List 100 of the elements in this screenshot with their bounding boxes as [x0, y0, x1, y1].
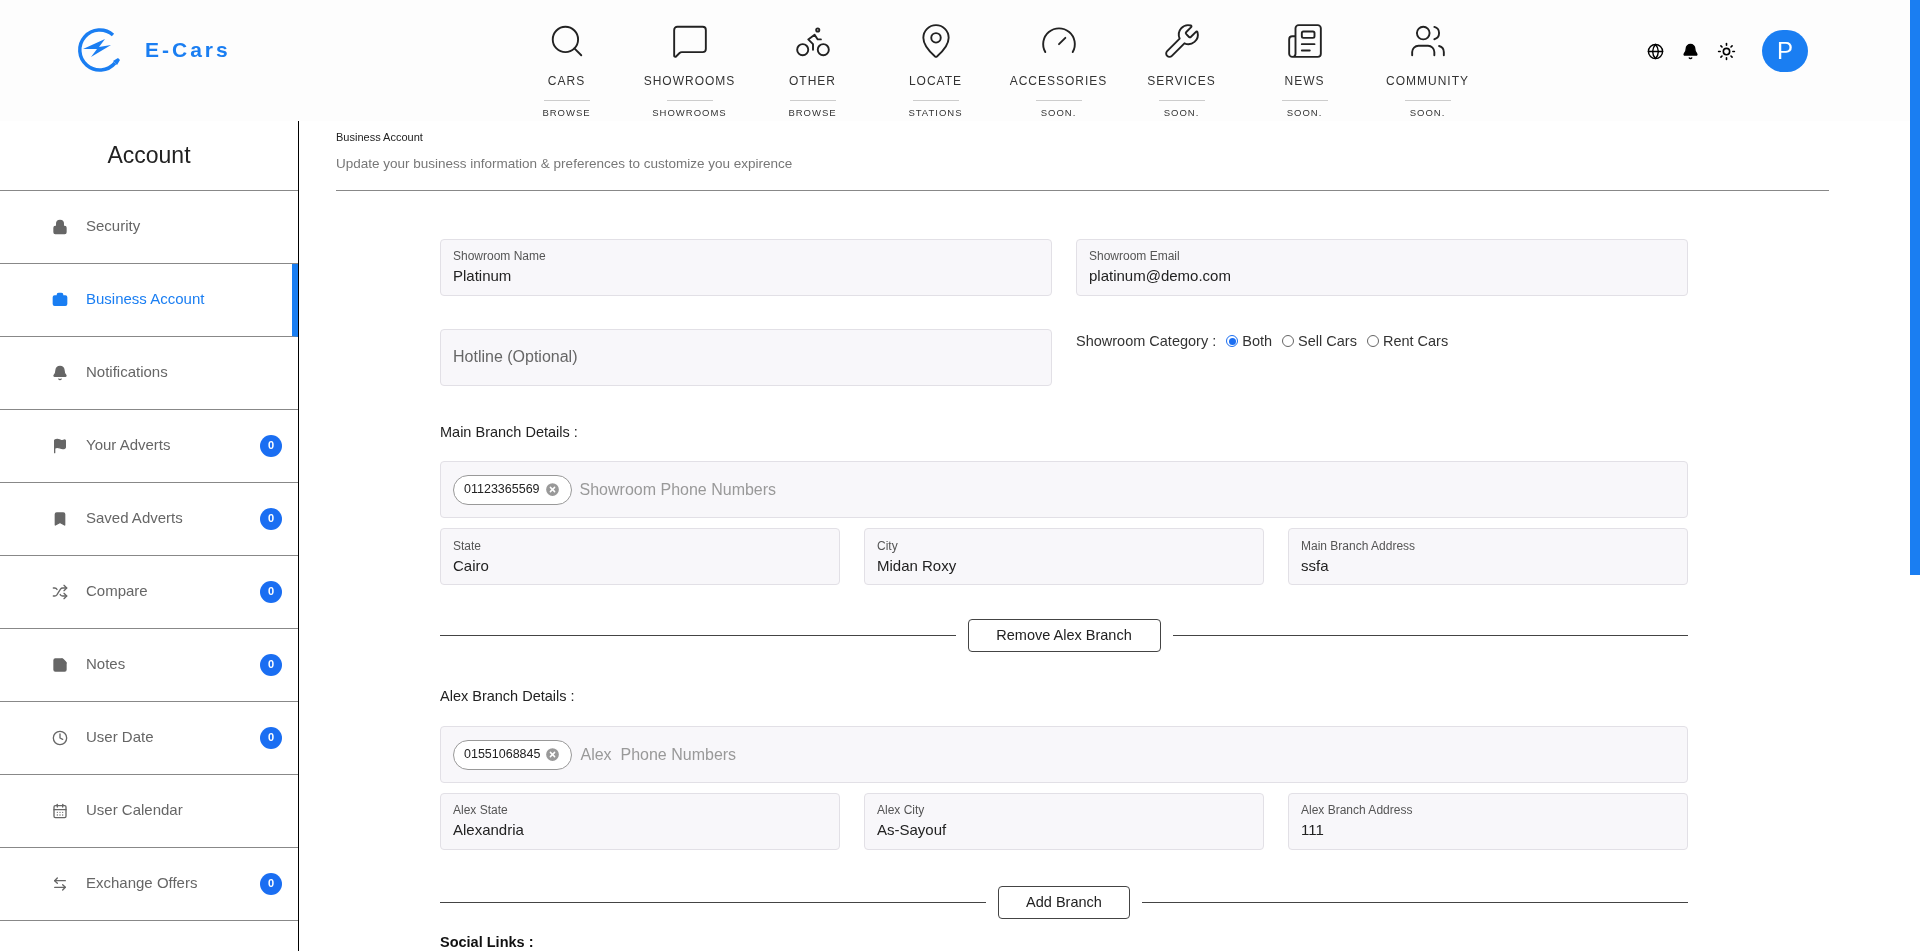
sidebar-item[interactable]: Your Adverts 0: [0, 409, 298, 483]
sidebar-label: Business Account: [86, 289, 205, 310]
remove-icon[interactable]: [543, 481, 561, 499]
briefcase-icon: [52, 291, 68, 308]
newspaper-icon: [1285, 22, 1324, 60]
notification-icon[interactable]: [1682, 42, 1699, 60]
remove-icon[interactable]: [544, 746, 562, 763]
count-badge: 0: [260, 726, 282, 749]
phone-tags-field[interactable]: 01551068845 Alex Phone Numbers: [440, 726, 1688, 783]
text-field[interactable]: Showroom Email platinum@demo.com: [1076, 238, 1688, 296]
clock-icon: [52, 729, 68, 746]
section-heading: Main Branch Details :: [440, 422, 579, 442]
phone-chip[interactable]: 01123365569: [453, 474, 572, 505]
text-field[interactable]: Showroom Name Platinum: [440, 238, 1052, 296]
nav-sublabel: BROWSE: [542, 106, 591, 120]
field-value: Cairo: [453, 555, 490, 576]
sidebar-label: Notifications: [86, 362, 168, 383]
nav-item[interactable]: NEWS SOON.: [1243, 15, 1366, 121]
nav-label: OTHER: [789, 73, 836, 90]
wrench-icon: [1162, 22, 1201, 60]
nav-item[interactable]: SERVICES SOON.: [1120, 15, 1243, 121]
nav-label: SERVICES: [1147, 73, 1216, 90]
sidebar-label: Exchange Offers: [86, 873, 198, 894]
field-label: Showroom Email: [1089, 247, 1181, 265]
text-field[interactable]: City Midan Roxy: [864, 528, 1264, 586]
field-label: City: [877, 537, 899, 555]
sidebar-item[interactable]: Security: [0, 190, 298, 264]
field-value: As-Sayouf: [877, 820, 948, 841]
nav-item[interactable]: OTHER BROWSE: [751, 15, 874, 121]
field-label: Showroom Name: [453, 247, 547, 265]
nav-item[interactable]: CARS BROWSE: [505, 15, 628, 121]
user-avatar[interactable]: P: [1762, 30, 1808, 72]
count-badge: 0: [260, 872, 282, 895]
calendar-icon: [52, 802, 68, 819]
category-label: Showroom Category :: [1076, 331, 1217, 351]
sidebar-item[interactable]: Notes 0: [0, 628, 298, 702]
text-field[interactable]: Main Branch Address ssfa: [1288, 528, 1688, 586]
sidebar-item[interactable]: Compare 0: [0, 555, 298, 629]
nav-item[interactable]: LOCATE STATIONS: [874, 15, 997, 121]
text-field[interactable]: Alex State Alexandria: [440, 793, 840, 850]
text-field[interactable]: Alex Branch Address 111: [1288, 793, 1688, 850]
field-value: platinum@demo.com: [1089, 265, 1232, 286]
nav-sublabel: SOON.: [1286, 106, 1323, 120]
sidebar-item[interactable]: Saved Adverts 0: [0, 482, 298, 556]
nav-label: NEWS: [1284, 73, 1325, 90]
nav-item[interactable]: ACCESSORIES SOON.: [997, 15, 1120, 121]
nav-sublabel: STATIONS: [908, 106, 963, 120]
text-field[interactable]: State Cairo: [440, 528, 840, 586]
exchange-icon: [52, 875, 68, 892]
bookmark-icon: [52, 510, 68, 527]
count-badge: 0: [260, 507, 282, 530]
field-label: Main Branch Address: [1301, 537, 1417, 555]
sidebar-item[interactable]: User Date 0: [0, 701, 298, 775]
field-label: State: [453, 537, 483, 555]
add-branch-button[interactable]: Add Branch: [998, 886, 1130, 919]
scrollbar-thumb[interactable]: [1910, 0, 1920, 575]
nav-label: SHOWROOMS: [643, 73, 736, 90]
bell-icon: [52, 364, 68, 381]
page-subtitle: Update your business information & preferences to customize you expirence: [336, 155, 794, 173]
count-badge: 0: [260, 434, 282, 457]
phone-chip[interactable]: 01551068845: [453, 739, 573, 770]
category-radio[interactable]: Rent Cars: [1366, 330, 1449, 353]
logo-text[interactable]: E-Cars: [145, 34, 231, 66]
sidebar-label: Your Adverts: [86, 435, 171, 456]
breadcrumb: Business Account: [336, 129, 424, 145]
section-heading: Alex Branch Details :: [440, 687, 576, 707]
sidebar-item[interactable]: Exchange Offers 0: [0, 847, 298, 921]
hotline-field[interactable]: Hotline (Optional): [440, 328, 1052, 386]
note-icon: [52, 656, 68, 673]
count-badge: 0: [260, 653, 282, 676]
section-heading: Social Links :: [440, 933, 534, 951]
field-label: Alex State: [453, 802, 509, 820]
category-radio[interactable]: Sell Cars: [1282, 330, 1357, 353]
nav-label: LOCATE: [908, 73, 963, 90]
nav-label: ACCESSORIES: [1009, 73, 1108, 90]
field-value: 111: [1301, 820, 1325, 841]
phone-tags-field[interactable]: 01123365569 Showroom Phone Numbers: [440, 461, 1688, 519]
language-icon[interactable]: [1647, 42, 1664, 60]
sidebar-item[interactable]: Notifications: [0, 336, 298, 410]
field-label: Alex City: [877, 802, 926, 820]
nav-sublabel: BROWSE: [788, 106, 837, 120]
nav-sublabel: SOON.: [1163, 106, 1200, 120]
remove-branch-button[interactable]: Remove Alex Branch: [967, 619, 1161, 653]
theme-icon[interactable]: [1717, 41, 1736, 61]
sidebar-item[interactable]: Business Account: [0, 263, 298, 337]
shuffle-icon: [52, 583, 68, 600]
field-placeholder: Alex Phone Numbers: [580, 744, 737, 765]
field-placeholder: Showroom Phone Numbers: [579, 479, 777, 500]
sidebar-title: Account: [107, 140, 191, 170]
nav-sublabel: SOON.: [1040, 106, 1077, 120]
text-field[interactable]: Alex City As-Sayouf: [864, 793, 1264, 850]
category-radio[interactable]: Both: [1226, 330, 1273, 353]
sidebar-label: User Calendar: [86, 800, 183, 821]
sidebar-label: Compare: [86, 581, 148, 602]
sidebar-label: User Date: [86, 727, 154, 748]
sidebar-label: Security: [86, 216, 141, 237]
nav-item[interactable]: COMMUNITY SOON.: [1366, 15, 1489, 121]
nav-label: CARS: [547, 73, 586, 90]
nav-item[interactable]: SHOWROOMS SHOWROOMS: [628, 15, 751, 121]
sidebar-item[interactable]: User Calendar: [0, 774, 298, 848]
